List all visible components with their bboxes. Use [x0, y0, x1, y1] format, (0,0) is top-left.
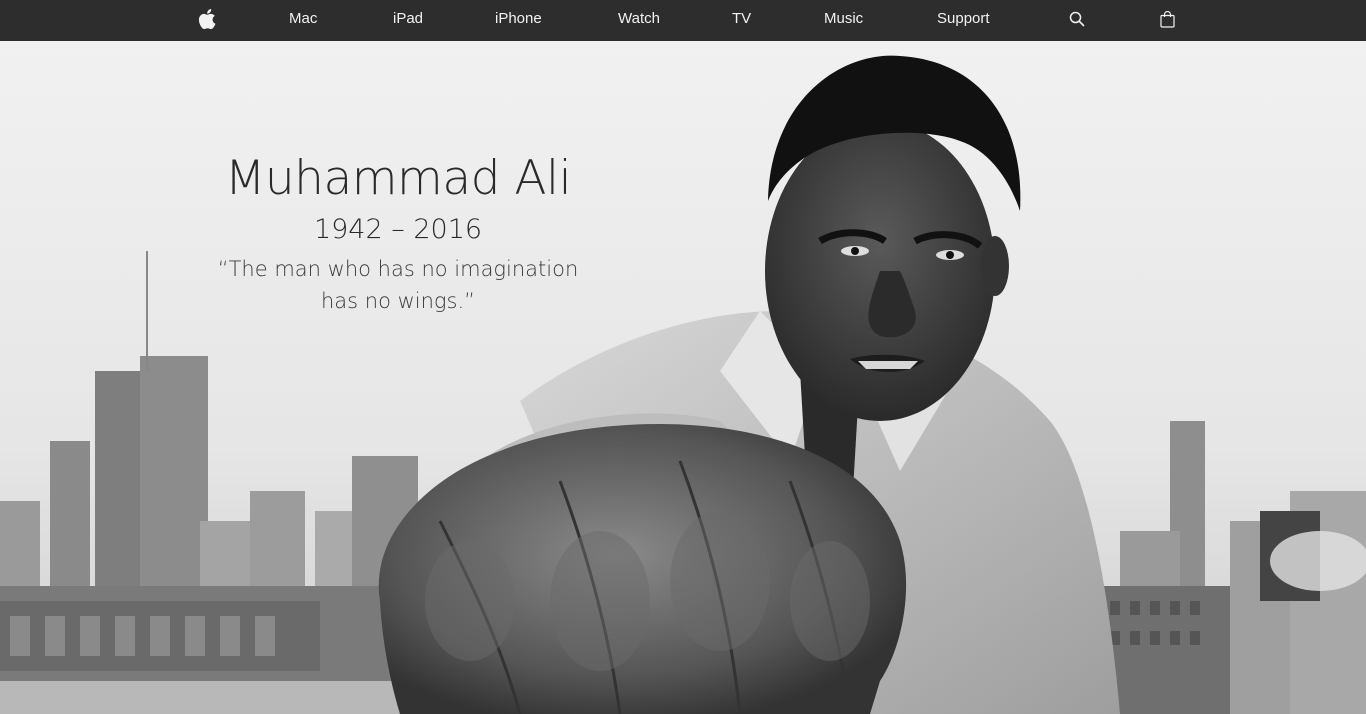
nav-item-music[interactable]: Music — [824, 0, 863, 38]
hero-quote-line-2: has no wings.” — [320, 289, 476, 313]
shopping-bag-icon[interactable] — [1160, 0, 1175, 38]
nav-item-ipad[interactable]: iPad — [393, 0, 423, 38]
nav-item-iphone[interactable]: iPhone — [495, 0, 542, 38]
nav-item-support[interactable]: Support — [937, 0, 990, 38]
nav-item-mac[interactable]: Mac — [289, 0, 317, 38]
hero-photo — [0, 41, 1366, 714]
hero-years: 1942 – 2016 — [313, 214, 483, 245]
nav-item-watch[interactable]: Watch — [618, 0, 660, 38]
hero-quote-line-1: “The man who has no imagination — [217, 257, 579, 281]
hero-title: Muhammad Ali — [224, 151, 572, 206]
hero-banner[interactable]: Muhammad Ali 1942 – 2016 “The man who ha… — [0, 41, 1366, 714]
global-nav: Mac iPad iPhone Watch TV Music Support — [0, 0, 1366, 41]
apple-logo-icon[interactable] — [198, 0, 216, 38]
search-icon[interactable] — [1069, 0, 1085, 38]
nav-item-tv[interactable]: TV — [732, 0, 751, 38]
